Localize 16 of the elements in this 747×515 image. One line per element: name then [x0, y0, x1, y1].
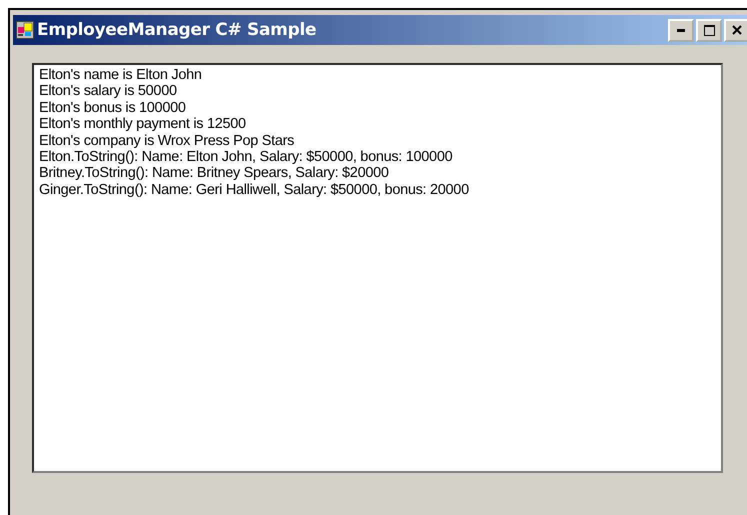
close-button[interactable] [724, 18, 747, 42]
output-line: Elton's bonus is 100000 [39, 100, 186, 116]
output-line: Elton's salary is 50000 [39, 83, 177, 100]
minimize-icon [677, 28, 685, 32]
maximize-icon [704, 24, 714, 36]
maximize-button[interactable] [696, 18, 722, 42]
app-icon [16, 21, 34, 39]
output-line: Elton's monthly payment is 12500 [39, 116, 246, 133]
output-line: Britney.ToString(): Name: Britney Spears, Salary: $20000 [39, 165, 389, 182]
minimize-button[interactable] [668, 18, 694, 42]
output-line: Ginger.ToString(): Name: Geri Halliwell, Salary: $50000, bonus: 20000 [39, 182, 469, 198]
output-line: Elton's company is Wrox Press Pop Stars [39, 132, 294, 150]
output-line: Elton.ToString(): Name: Elton John, Salary: $50000, bonus: 100000 [39, 149, 452, 166]
output-line: Elton's name is Elton John [39, 67, 202, 84]
close-icon [732, 25, 742, 35]
window-title: EmployeeManager C# Sample [37, 20, 316, 40]
